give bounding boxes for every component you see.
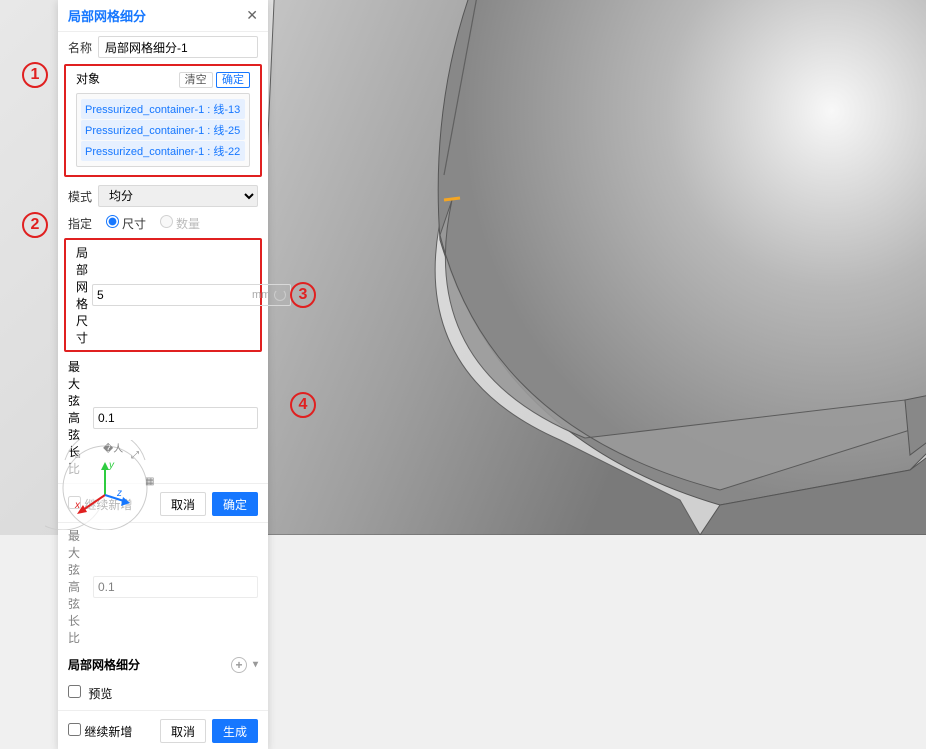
- generate-button[interactable]: 生成: [212, 719, 258, 743]
- local-size-input[interactable]: [97, 288, 252, 302]
- name-input[interactable]: [98, 36, 258, 58]
- cancel-button[interactable]: 取消: [160, 492, 206, 516]
- annotation-3: 3: [290, 282, 316, 308]
- svg-text:x: x: [74, 500, 81, 511]
- confirm-objects-button[interactable]: 确定: [216, 72, 250, 88]
- object-item[interactable]: Pressurized_container-1 : 线-22: [81, 141, 245, 161]
- view-cube-widget[interactable]: ⌂ �人 ⤢ ▦ y x z: [45, 440, 165, 530]
- lower-panel: 最大弦高弦长比 局部网格细分 + ▾ 预览 继续新增 取消 生成: [58, 522, 268, 749]
- chord-ratio-input[interactable]: [98, 411, 253, 425]
- chevron-down-icon[interactable]: ▾: [253, 659, 258, 670]
- trunc-input[interactable]: [98, 580, 253, 594]
- specify-count-radio[interactable]: 数量: [160, 215, 200, 232]
- local-size-section: 局部网格尺寸 mm: [64, 238, 262, 352]
- section-title: 局部网格细分: [68, 656, 140, 673]
- local-size-unit: mm: [252, 289, 270, 301]
- objects-label: 对象: [76, 70, 100, 87]
- annotation-2: 2: [22, 212, 48, 238]
- mode-select[interactable]: 均分: [98, 185, 258, 207]
- cancel-button-2[interactable]: 取消: [160, 719, 206, 743]
- local-size-label: 局部网格尺寸: [76, 244, 88, 346]
- object-selection-section: 对象 清空 确定 Pressurized_container-1 : 线-13 …: [64, 64, 262, 177]
- object-item[interactable]: Pressurized_container-1 : 线-25: [81, 120, 245, 140]
- svg-text:⌂: ⌂: [75, 450, 81, 461]
- svg-text:z: z: [116, 488, 122, 499]
- specify-label: 指定: [68, 215, 92, 232]
- svg-text:▦: ▦: [145, 476, 154, 487]
- svg-text:y: y: [108, 460, 115, 471]
- add-icon[interactable]: +: [231, 657, 247, 673]
- continue-add-checkbox-2[interactable]: 继续新增: [68, 723, 132, 740]
- panel-title: 局部网格细分: [68, 6, 146, 25]
- object-item[interactable]: Pressurized_container-1 : 线-13: [81, 99, 245, 119]
- annotation-4: 4: [290, 392, 316, 418]
- local-mesh-refine-panel: 局部网格细分 ✕ 名称 对象 清空 确定 Pressurized_contain…: [58, 0, 268, 749]
- svg-text:�人: �人: [103, 442, 123, 455]
- clear-objects-button[interactable]: 清空: [179, 72, 213, 88]
- specify-size-radio[interactable]: 尺寸: [106, 215, 146, 232]
- close-icon[interactable]: ✕: [246, 7, 258, 24]
- svg-text:⤢: ⤢: [131, 450, 139, 461]
- objects-list[interactable]: Pressurized_container-1 : 线-13 Pressuriz…: [76, 93, 250, 167]
- ok-button[interactable]: 确定: [212, 492, 258, 516]
- trunc-label: 最大弦高弦长比: [68, 527, 89, 646]
- preview-checkbox[interactable]: 预览: [58, 679, 268, 708]
- mode-label: 模式: [68, 188, 92, 205]
- loading-icon: [274, 289, 286, 301]
- name-label: 名称: [68, 39, 92, 56]
- annotation-1: 1: [22, 62, 48, 88]
